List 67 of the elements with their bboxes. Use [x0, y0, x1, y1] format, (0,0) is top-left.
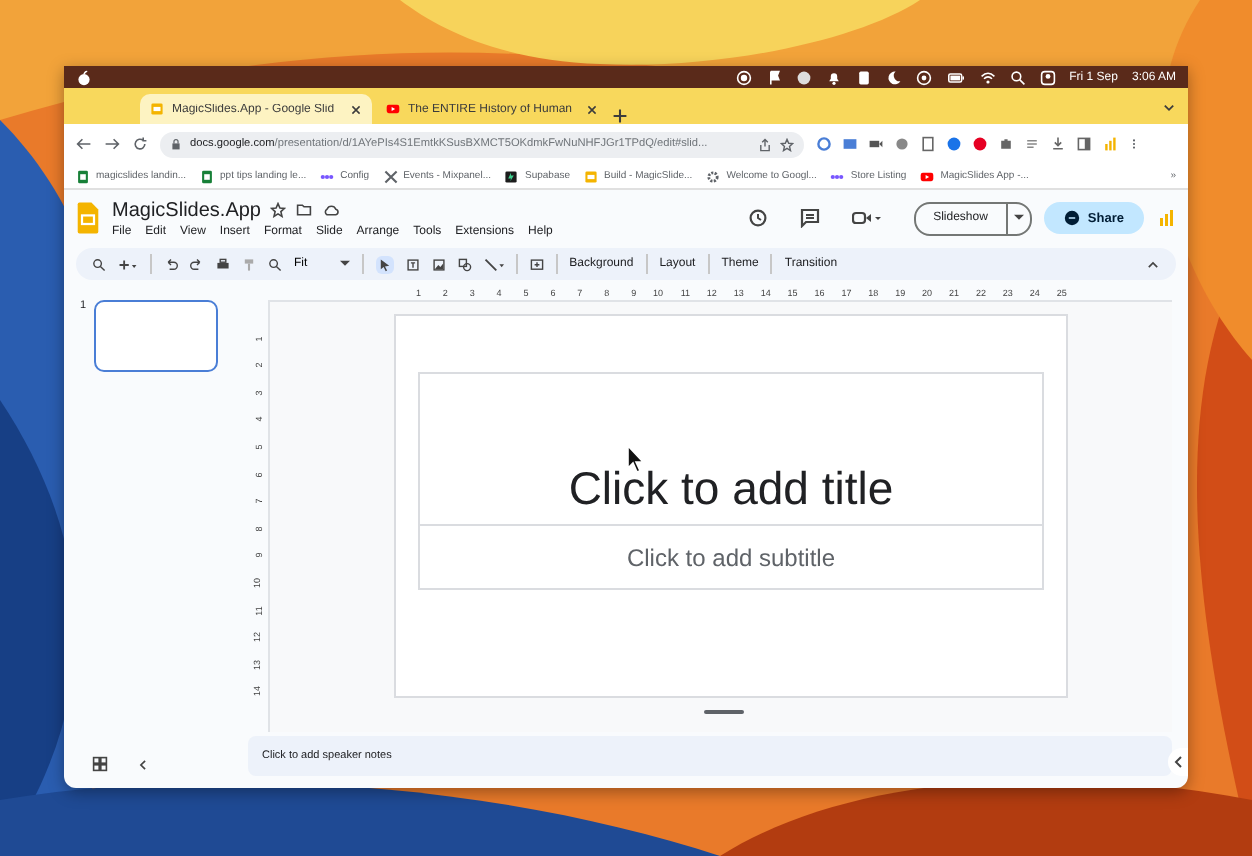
forward-icon[interactable]	[104, 136, 120, 152]
battery-icon[interactable]	[945, 69, 966, 85]
moon-icon[interactable]	[885, 69, 902, 85]
sheets-icon[interactable]	[200, 169, 215, 183]
share-icon[interactable]	[758, 137, 772, 151]
record-icon[interactable]	[735, 69, 752, 85]
download-icon[interactable]	[1050, 136, 1066, 152]
reload-icon[interactable]	[132, 136, 148, 152]
cursor-icon	[626, 444, 646, 474]
line-icon[interactable]	[483, 257, 504, 271]
zoom-icon[interactable]	[268, 257, 282, 271]
camera-icon[interactable]	[851, 208, 882, 228]
grid-view-icon[interactable]	[92, 756, 108, 772]
video-icon[interactable]	[920, 169, 935, 183]
lock-icon	[170, 138, 182, 150]
subtitle-placeholder[interactable]: Click to add subtitle	[418, 526, 1044, 590]
cloud-icon[interactable]	[322, 202, 341, 218]
record-icon[interactable]	[915, 69, 932, 85]
document-title[interactable]: MagicSlides.App	[112, 199, 261, 221]
cross-icon[interactable]	[383, 169, 398, 183]
caret-icon	[1013, 214, 1024, 222]
apple-icon[interactable]	[76, 69, 92, 85]
pointer-icon[interactable]	[377, 257, 392, 271]
chevron-left-icon[interactable]	[136, 757, 150, 771]
wifi-icon[interactable]	[979, 69, 996, 85]
history-icon[interactable]	[747, 208, 768, 228]
print-icon[interactable]	[216, 257, 230, 271]
list-icon[interactable]	[1024, 136, 1040, 152]
slides-icon	[150, 102, 164, 116]
caret-icon	[339, 260, 350, 268]
close-icon[interactable]	[586, 103, 598, 115]
chevron-down-icon[interactable]	[1162, 99, 1176, 113]
document-icon[interactable]	[920, 136, 936, 152]
side-panel-toggle[interactable]	[1168, 748, 1188, 776]
slide[interactable]: Click to add title Click to add subtitle	[394, 314, 1068, 698]
comment-add-icon[interactable]	[529, 257, 544, 271]
camera-icon[interactable]	[868, 136, 884, 152]
video-icon	[386, 102, 400, 116]
circle-icon[interactable]	[946, 136, 962, 152]
search-icon[interactable]	[1009, 69, 1026, 85]
new-tab-icon[interactable]	[612, 108, 628, 124]
shapes-icon[interactable]	[457, 257, 472, 271]
sheets-icon[interactable]	[76, 169, 90, 183]
chevron-left-icon	[1173, 756, 1183, 768]
star-icon[interactable]	[270, 202, 287, 218]
bell-icon[interactable]	[825, 69, 842, 85]
resize-handle[interactable]	[704, 710, 744, 714]
plus-icon[interactable]	[118, 257, 138, 271]
gear-icon[interactable]	[706, 169, 721, 183]
text-box-icon[interactable]	[405, 257, 420, 271]
search-icon[interactable]	[92, 257, 106, 271]
folder-icon[interactable]	[296, 202, 313, 218]
sidebar-icon[interactable]	[1076, 136, 1092, 152]
flag-icon[interactable]	[765, 69, 782, 85]
title-placeholder[interactable]: Click to add title	[418, 372, 1044, 526]
slide-thumbnail[interactable]	[94, 300, 219, 372]
square-icon[interactable]	[504, 169, 519, 183]
redo-icon[interactable]	[190, 257, 204, 271]
star-icon[interactable]	[780, 137, 794, 151]
comment-icon[interactable]	[799, 208, 820, 228]
pin-icon[interactable]	[972, 136, 988, 152]
circle-icon[interactable]	[816, 136, 832, 152]
image-icon[interactable]	[431, 257, 446, 271]
close-icon[interactable]	[350, 103, 362, 115]
undo-icon[interactable]	[164, 257, 178, 271]
collapse-icon[interactable]	[1146, 257, 1160, 271]
back-icon[interactable]	[76, 136, 92, 152]
